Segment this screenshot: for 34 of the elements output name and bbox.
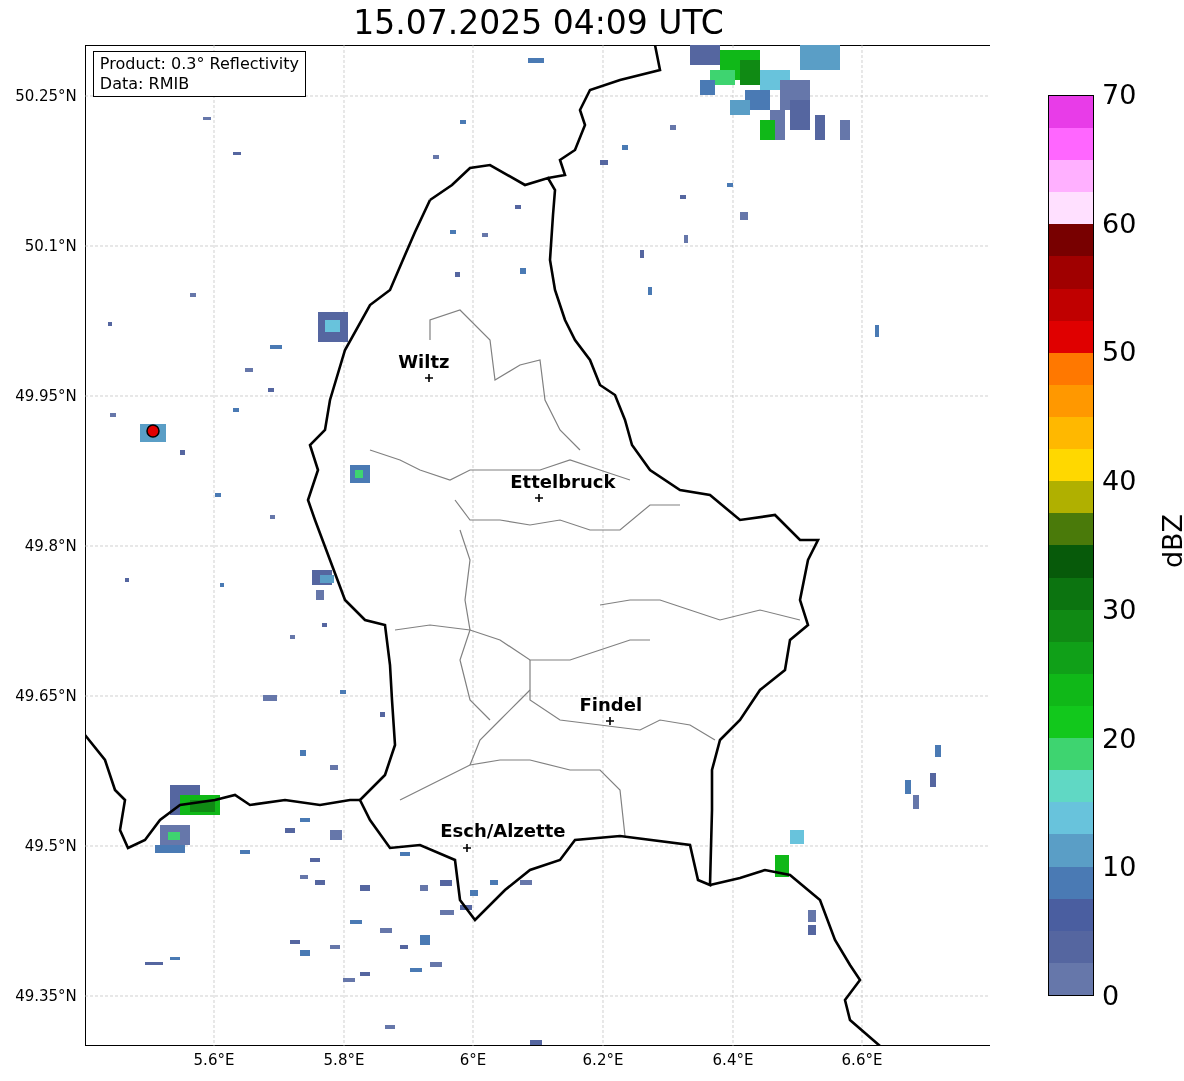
longitude-label: 6.6°E	[841, 1051, 883, 1069]
colorbar-tick-label: 10	[1102, 852, 1137, 883]
city-marker-icon	[462, 843, 472, 853]
chart-title: 15.07.2025 04:09 UTC	[352, 2, 725, 44]
latitude-label: 49.95°N	[15, 387, 77, 405]
latitude-label: 49.65°N	[15, 687, 77, 705]
colorbar-tick-label: 40	[1102, 466, 1137, 497]
latitude-label: 50.25°N	[15, 87, 77, 105]
city-marker-icon	[534, 493, 544, 503]
legend-text: Data: RMIB	[99, 74, 191, 94]
colorbar-tick-label: 50	[1102, 337, 1137, 368]
location-marker-icon	[146, 424, 160, 438]
city-marker-icon	[605, 716, 615, 726]
longitude-label: 5.6°E	[193, 1051, 235, 1069]
longitude-label: 6.4°E	[712, 1051, 754, 1069]
city-label: Ettelbruck	[510, 472, 616, 492]
longitude-label: 6°E	[459, 1051, 487, 1069]
city-label: Esch/Alzette	[440, 821, 566, 841]
city-marker-icon	[424, 373, 434, 383]
colorbar-tick-label: 20	[1102, 723, 1137, 754]
colorbar-title: dBZ	[1157, 513, 1184, 569]
latitude-label: 49.8°N	[24, 537, 77, 555]
colorbar-tick-label: 60	[1102, 208, 1137, 239]
latitude-label: 49.35°N	[15, 987, 77, 1005]
colorbar-tick-label: 30	[1102, 594, 1137, 625]
legend-text: Product: 0.3° Reflectivity	[99, 54, 299, 74]
colorbar-tick-label: 70	[1102, 80, 1137, 110]
latitude-label: 49.5°N	[24, 837, 77, 855]
longitude-label: 5.8°E	[323, 1051, 365, 1069]
longitude-label: 6.2°E	[582, 1051, 624, 1069]
city-label: Findel	[579, 695, 643, 715]
colorbar-tick-label: 0	[1102, 981, 1120, 1011]
latitude-label: 50.1°N	[24, 237, 77, 255]
city-label: Wiltz	[398, 352, 450, 372]
